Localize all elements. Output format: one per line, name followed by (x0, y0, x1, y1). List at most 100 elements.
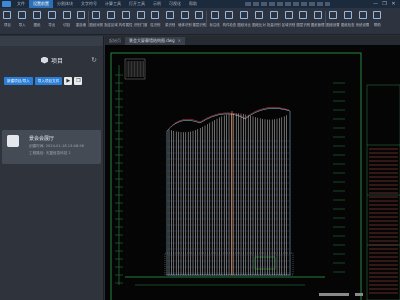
tab-label: 起始页 (109, 38, 121, 43)
tool-button[interactable]: 梁识别 (163, 11, 178, 27)
tool-label: 标注线 (209, 23, 220, 27)
tool-label: 图纸对比 (237, 23, 251, 27)
tool-button[interactable]: 墙体识别 (178, 11, 193, 27)
property-icon (121, 11, 130, 19)
cad-drawing (110, 52, 400, 300)
tool-button[interactable]: 楼层识别 (192, 11, 208, 27)
tool-button[interactable]: 标注线 (207, 11, 222, 27)
panel-header: 项目 (0, 54, 104, 66)
menu-item[interactable]: 计算工具 (101, 0, 125, 8)
tool-label: 图纸检查 (340, 23, 355, 27)
menu-item[interactable]: 文字符号 (77, 0, 101, 8)
tool-button[interactable]: 柱识别 (148, 11, 163, 27)
maximize-button[interactable]: ❐ (380, 1, 389, 7)
tool-label: 切割 (63, 23, 70, 27)
batch-icon (269, 11, 278, 19)
tool-label: 指定区域 (104, 23, 118, 27)
tool-button[interactable]: 图层识别 (296, 11, 311, 27)
menu-item[interactable]: 文件 (13, 0, 29, 8)
tool-button[interactable]: 构件属性 (118, 11, 133, 27)
menu-item[interactable]: 打开工具 (125, 0, 149, 8)
menu-item[interactable]: 帮助 (185, 0, 201, 8)
new-project-button[interactable]: 新建项目/导入 (4, 77, 33, 85)
cut-icon (62, 11, 71, 19)
tab-label: 景会大厦幕墙结构图.dwg (129, 38, 175, 43)
import-icon (18, 11, 27, 19)
tool-button[interactable]: 系统设置 (355, 11, 370, 27)
tool-button[interactable]: 图纸检查 (340, 11, 355, 27)
project-actions: 新建项目/导入 导入项目文件 ▶ ❐ (4, 77, 83, 85)
tool-button[interactable]: 识别门窗 (133, 11, 148, 27)
tool-button[interactable]: 导入 (15, 11, 30, 27)
tool-button[interactable]: 图纸 (30, 11, 45, 27)
tool-label: 梁识别 (165, 23, 176, 27)
tool-button[interactable]: 切割 (59, 11, 74, 27)
diff-icon (240, 11, 249, 19)
cube-icon (40, 56, 48, 64)
refresh-icon[interactable]: ↻ (91, 56, 97, 64)
tool-button[interactable]: 区域识别 (281, 11, 296, 27)
close-button[interactable]: ✕ (389, 1, 398, 7)
panel-title: 项目 (50, 57, 63, 65)
layer-icon (299, 11, 308, 19)
tool-button[interactable]: 批量识别 (266, 11, 281, 27)
minimize-button[interactable]: — (371, 1, 380, 7)
tool-button[interactable]: 导出 (44, 11, 59, 27)
tool-button[interactable]: 图纸设置 (326, 11, 341, 27)
import-project-button[interactable]: 导入项目文件 (34, 77, 63, 85)
tool-label: 识别门窗 (133, 23, 148, 27)
tool-label: 重选墙 (75, 23, 86, 27)
menu-item[interactable]: 示例 (149, 0, 165, 8)
folder-icon (3, 11, 12, 19)
tool-button[interactable]: 指定区域 (104, 11, 119, 27)
menu-bar: 文件 设置前置 分割体块 文字符号 计算工具 打开工具 示例 可视化 帮助 — ❐ ✕ (0, 0, 400, 8)
tool-button[interactable]: 图纸对比 (237, 11, 252, 27)
project-panel: 项目 ↻ 新建项目/导入 导入项目文件 ▶ ❐ 景会会展厅 创建时间: 2024… (0, 36, 104, 300)
tool-button[interactable]: 图纸对照 (89, 11, 104, 27)
tool-button[interactable]: 帮助 (370, 11, 385, 27)
layers-icon (7, 135, 19, 147)
tool-label: 图纸 (33, 23, 41, 27)
tool-label: 构件属性 (118, 23, 133, 27)
cad-canvas[interactable] (105, 45, 400, 300)
copy-icon[interactable]: ❐ (74, 77, 83, 85)
window-controls: — ❐ ✕ (371, 0, 398, 8)
dimension-icon (210, 11, 219, 19)
tool-button[interactable]: 图纸比对 (252, 11, 267, 27)
window-title (245, 2, 330, 6)
tool-label: 柱识别 (150, 23, 161, 27)
close-tab-icon[interactable]: × (178, 38, 181, 43)
panel-strip (0, 36, 103, 46)
check-icon (225, 11, 234, 19)
tool-label: 墙体识别 (178, 23, 192, 27)
document-tabs: 起始页 景会大厦幕墙结构图.dwg × (105, 36, 400, 45)
project-card[interactable]: 景会会展厅 创建时间: 2024-01-18 13:48:56 工程路径: 天翼… (2, 130, 101, 164)
compare-icon (92, 11, 101, 19)
tool-label: 构件检查 (222, 23, 237, 27)
settings-icon (328, 11, 337, 19)
tool-label: 区域识别 (281, 23, 296, 27)
tool-label: 批量识别 (266, 23, 281, 27)
tool-label: 图纸对照 (89, 23, 103, 27)
help-icon (373, 11, 382, 19)
gear-icon (358, 11, 367, 19)
menu-items: 文件 设置前置 分割体块 文字符号 计算工具 打开工具 示例 可视化 帮助 (13, 0, 201, 8)
window-icon (136, 11, 145, 19)
tab[interactable]: 景会大厦幕墙结构图.dwg × (125, 37, 185, 45)
tool-button[interactable]: 项目 (0, 11, 15, 27)
tool-button[interactable]: 构件检查 (222, 11, 237, 27)
menu-item[interactable]: 可视化 (165, 0, 185, 8)
tool-label: 导入 (18, 23, 26, 27)
menu-item[interactable]: 分割体块 (53, 0, 77, 8)
area-icon (284, 11, 293, 19)
tool-label: 图层识别 (296, 23, 311, 27)
tool-button[interactable]: 重选墙 (74, 11, 89, 27)
tab[interactable]: 起始页 (105, 37, 125, 45)
wall-icon (76, 11, 85, 19)
play-icon[interactable]: ▶ (64, 77, 73, 85)
project-path: 工程路径: 天翼信息科技 2 (29, 151, 71, 155)
tool-button[interactable]: 图纸管理 (311, 11, 326, 27)
menu-item[interactable]: 设置前置 (29, 0, 53, 8)
project-created: 创建时间: 2024-01-18 13:48:56 (29, 144, 84, 148)
ribbon-toolbar: 项目 导入 图纸 导出 切割 重选墙 图纸对照 指定区域 构件属性 识别门窗 柱识别 梁识别 墙体识别楼… (0, 8, 400, 35)
